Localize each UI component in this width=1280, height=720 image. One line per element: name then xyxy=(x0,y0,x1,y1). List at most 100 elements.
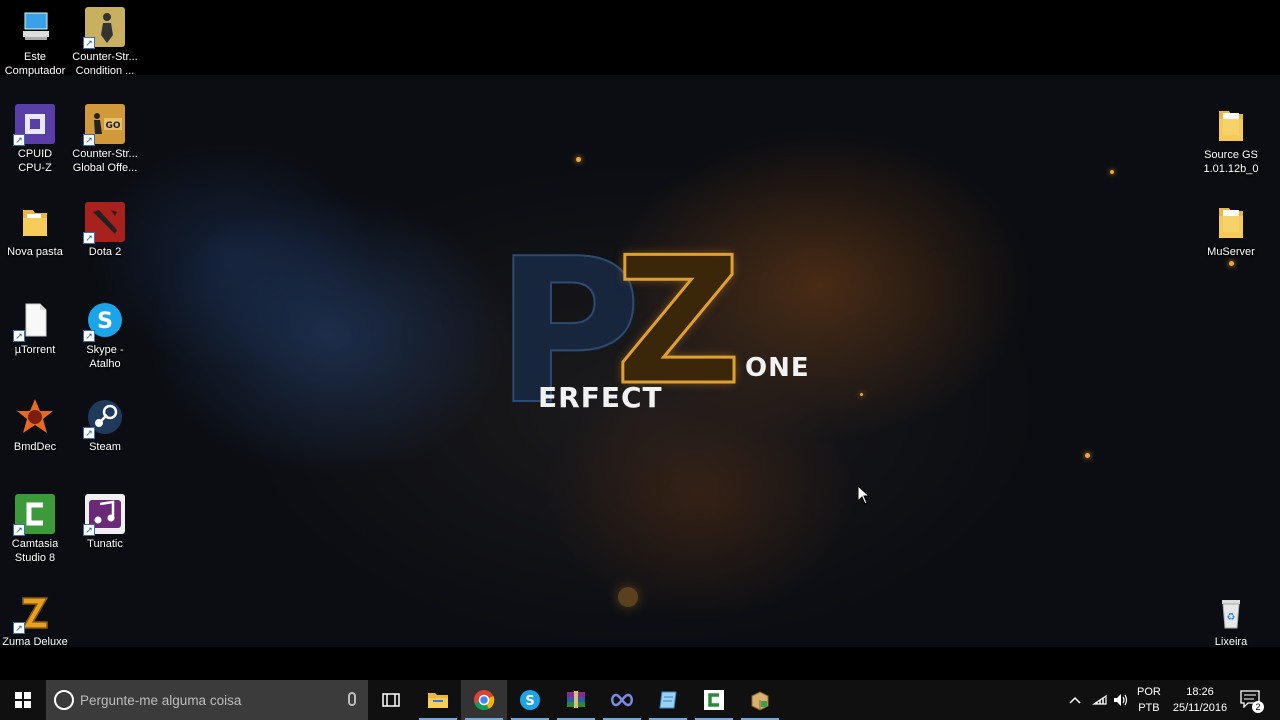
mouse-cursor xyxy=(857,484,871,510)
logo-erfect-text: ERFECT xyxy=(538,381,663,414)
shortcut-arrow-icon: ↗ xyxy=(13,622,25,634)
icon-label: MuServer xyxy=(1207,246,1255,258)
desktop-icon-este-computador[interactable]: Este Computador xyxy=(0,7,71,78)
desktop-icon-nova-pasta[interactable]: Nova pasta xyxy=(0,202,71,259)
shortcut-arrow-icon: ↗ xyxy=(13,524,25,536)
icon-label: Dota 2 xyxy=(88,246,122,258)
icon-label: Tunatic xyxy=(87,538,123,550)
shortcut-arrow-icon: ↗ xyxy=(83,232,95,244)
folder-icon xyxy=(1211,105,1251,145)
desktop-icon-counter-strike-condition-zero[interactable]: ↗ Counter-Str... Condition ... xyxy=(69,7,141,78)
wifi-icon xyxy=(1092,694,1107,705)
desktop-icon-skype-atalho[interactable]: S ↗ Skype - Atalho xyxy=(69,300,141,371)
svg-text:S: S xyxy=(525,694,534,709)
shortcut-arrow-icon: ↗ xyxy=(13,330,25,342)
desktop-icon-source-gs[interactable]: Source GS 1.01.12b_0 xyxy=(1195,105,1267,176)
taskbar-app-chrome[interactable] xyxy=(461,680,507,720)
clock-date: 25/11/2016 xyxy=(1172,702,1228,714)
file-icon: ↗ xyxy=(13,300,55,342)
volume-button[interactable] xyxy=(1113,680,1129,720)
infinity-icon xyxy=(611,693,633,707)
clock-time: 18:26 xyxy=(1186,686,1214,698)
desktop-icon-zuma-deluxe[interactable]: ↗ Zuma Deluxe xyxy=(0,592,71,649)
folder-icon xyxy=(1211,202,1251,242)
taskbar: Pergunte-me alguma coisa S POR PTB 18:26… xyxy=(0,680,1280,720)
dota2-icon: ↗ xyxy=(83,202,125,244)
desktop-icon-bmddec[interactable]: BmdDec xyxy=(0,397,71,454)
desktop-icon-counter-strike-global-offensive[interactable]: GO ↗ Counter-Str... Global Offe... xyxy=(69,104,141,175)
windows-logo-icon xyxy=(15,692,31,708)
start-button[interactable] xyxy=(0,680,46,720)
spark xyxy=(576,157,581,162)
taskbar-app-skype[interactable]: S xyxy=(507,680,553,720)
icon-label: Este Computador xyxy=(4,51,66,77)
icon-label: Lixeira xyxy=(1214,636,1248,648)
taskbar-app-notepad[interactable] xyxy=(645,680,691,720)
camtasia-icon: ↗ xyxy=(13,494,55,536)
spark xyxy=(1085,453,1090,458)
shortcut-arrow-icon: ↗ xyxy=(83,330,95,342)
taskbar-app-package[interactable] xyxy=(737,680,783,720)
taskbar-app-file-explorer[interactable] xyxy=(415,680,461,720)
shortcut-arrow-icon: ↗ xyxy=(83,134,95,146)
language-code: POR xyxy=(1137,686,1161,698)
perfect-zone-logo: P Z ERFECT ONE xyxy=(494,232,825,434)
microphone-icon[interactable] xyxy=(348,692,356,706)
icon-label: Zuma Deluxe xyxy=(2,636,68,648)
task-view-button[interactable] xyxy=(368,680,414,720)
svg-text:♻: ♻ xyxy=(1227,612,1236,623)
search-placeholder: Pergunte-me alguma coisa xyxy=(80,692,242,708)
desktop-icon-lixeira[interactable]: ♻ Lixeira xyxy=(1195,592,1267,649)
skype-icon: S ↗ xyxy=(83,300,125,342)
desktop-icon-tunatic[interactable]: ↗ Tunatic xyxy=(69,494,141,551)
chrome-icon xyxy=(474,690,495,711)
shortcut-arrow-icon: ↗ xyxy=(13,134,25,146)
desktop-icon-muserver[interactable]: MuServer xyxy=(1195,202,1267,259)
spark xyxy=(860,393,863,396)
shortcut-arrow-icon: ↗ xyxy=(83,524,95,536)
camtasia-icon xyxy=(704,690,724,710)
taskbar-app-infinity[interactable] xyxy=(599,680,645,720)
search-box[interactable]: Pergunte-me alguma coisa xyxy=(46,680,368,720)
task-view-icon xyxy=(382,693,400,707)
icon-label: CPUID CPU-Z xyxy=(17,148,53,174)
icon-label: Nova pasta xyxy=(7,246,63,258)
shortcut-arrow-icon: ↗ xyxy=(83,427,95,439)
logo-one-text: ONE xyxy=(745,353,810,383)
package-icon xyxy=(751,691,769,711)
taskbar-app-camtasia[interactable] xyxy=(691,680,737,720)
keyboard-layout: PTB xyxy=(1138,702,1160,714)
winrar-icon xyxy=(567,691,585,708)
action-center-button[interactable]: 2 xyxy=(1240,680,1264,720)
icon-label: Counter-Str... Condition ... xyxy=(72,51,138,77)
svg-text:S: S xyxy=(97,309,113,334)
icon-label: Skype - Atalho xyxy=(86,344,124,370)
chevron-up-icon xyxy=(1069,696,1081,704)
csgo-icon: GO ↗ xyxy=(83,104,125,146)
icon-label: µTorrent xyxy=(14,344,56,356)
skype-icon: S xyxy=(520,690,540,710)
taskbar-app-winrar[interactable] xyxy=(553,680,599,720)
icon-label: BmdDec xyxy=(13,441,57,453)
icon-label: Source GS 1.01.12b_0 xyxy=(1203,149,1259,175)
steam-icon: ↗ xyxy=(83,397,125,439)
recycle-bin-icon: ♻ xyxy=(1211,592,1251,632)
desktop-icon-dota-2[interactable]: ↗ Dota 2 xyxy=(69,202,141,259)
clock-button[interactable]: 18:26 25/11/2016 xyxy=(1170,680,1230,720)
computer-icon xyxy=(15,7,55,47)
desktop-icon-utorrent[interactable]: ↗ µTorrent xyxy=(0,300,71,357)
counter-strike-icon: ↗ xyxy=(83,7,125,49)
zuma-icon: ↗ xyxy=(13,592,55,634)
desktop-icon-cpuid-cpu-z[interactable]: ↗ CPUID CPU-Z xyxy=(0,104,71,175)
show-hidden-icons-button[interactable] xyxy=(1068,680,1082,720)
icon-label: Camtasia Studio 8 xyxy=(11,538,59,564)
icon-label: Steam xyxy=(89,441,121,453)
notepad-icon xyxy=(659,691,677,709)
desktop-icon-camtasia-studio-8[interactable]: ↗ Camtasia Studio 8 xyxy=(0,494,71,565)
bmddec-icon xyxy=(15,397,55,437)
speaker-icon xyxy=(1114,694,1128,706)
cortana-icon xyxy=(54,690,74,710)
input-language-button[interactable]: POR PTB xyxy=(1137,680,1161,720)
network-button[interactable] xyxy=(1092,680,1108,720)
desktop-icon-steam[interactable]: ↗ Steam xyxy=(69,397,141,454)
